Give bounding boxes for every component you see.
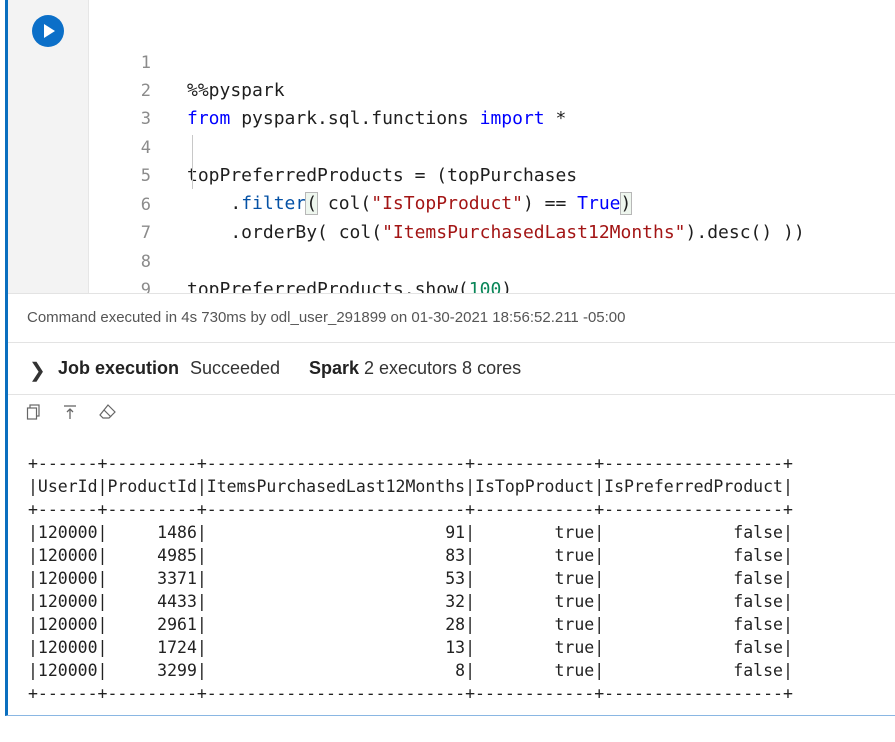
code-editor[interactable]: 1 %%pyspark 2 from pyspark.sql.functions… [88, 0, 895, 300]
execution-status-bar: Command executed in 4s 730ms by odl_user… [8, 293, 895, 343]
spark-detail: 2 executors 8 cores [364, 358, 522, 378]
output-table: +------+---------+----------------------… [28, 454, 793, 703]
line-code: %%pyspark [187, 80, 285, 101]
export-icon[interactable] [60, 404, 80, 424]
line-code: from pyspark.sql.functions import * [187, 105, 566, 133]
code-line-9: 9 [89, 248, 154, 300]
code-line-2: 2 from pyspark.sql.functions import * [89, 49, 567, 129]
function-token: filter [241, 193, 307, 214]
job-execution-label: Job execution [58, 358, 180, 378]
string-token: "ItemsPurchasedLast12Months" [382, 222, 686, 243]
line-code: .filter( col("IsTopProduct") == True) [187, 190, 633, 218]
code-line-7: 7 [89, 191, 154, 243]
code-line-6: 6 .orderBy( col("ItemsPurchasedLast12Mon… [89, 163, 805, 243]
job-execution-row[interactable]: ❯ Job execution Succeeded Spark 2 execut… [8, 342, 895, 395]
code-line-1: 1 %%pyspark [89, 21, 285, 101]
code-token: .orderBy( col( [187, 222, 383, 243]
copy-icon[interactable] [24, 404, 44, 424]
code-token: pyspark.sql.functions [230, 108, 480, 129]
indent-guide [192, 135, 193, 189]
code-token: ).desc() )) [685, 222, 805, 243]
cell-gutter [8, 0, 88, 293]
run-cell-button[interactable] [32, 15, 64, 47]
code-line-3: 3 [89, 77, 154, 129]
keyword-token: import [479, 108, 545, 129]
chevron-right-icon[interactable]: ❯ [29, 358, 46, 383]
line-code: topPreferredProducts = (topPurchases [187, 165, 578, 186]
code-token: . [187, 193, 242, 214]
code-token: ) == [522, 193, 578, 214]
string-token: "IsTopProduct" [371, 193, 523, 214]
notebook-cell: 1 %%pyspark 2 from pyspark.sql.functions… [5, 0, 895, 716]
keyword-token: from [187, 108, 231, 129]
bracket-highlight: ) [619, 192, 633, 215]
spark-label: Spark [309, 358, 360, 378]
code-line-4: 4 topPreferredProducts = (topPurchases [89, 106, 577, 186]
keyword-token: True [577, 193, 621, 214]
code-token: col( [317, 193, 372, 214]
code-line-5: 5 .filter( col("IsTopProduct") == True) [89, 134, 633, 215]
code-token: * [544, 108, 567, 129]
job-execution-status: Succeeded [190, 358, 281, 378]
line-code: .orderBy( col("ItemsPurchasedLast12Month… [187, 219, 805, 247]
execution-status-text: Command executed in 4s 730ms by odl_user… [27, 309, 626, 326]
clear-icon[interactable] [98, 404, 118, 424]
code-line-8: 8 topPreferredProducts.show(100) [89, 220, 512, 300]
bracket-highlight: ( [305, 192, 319, 215]
